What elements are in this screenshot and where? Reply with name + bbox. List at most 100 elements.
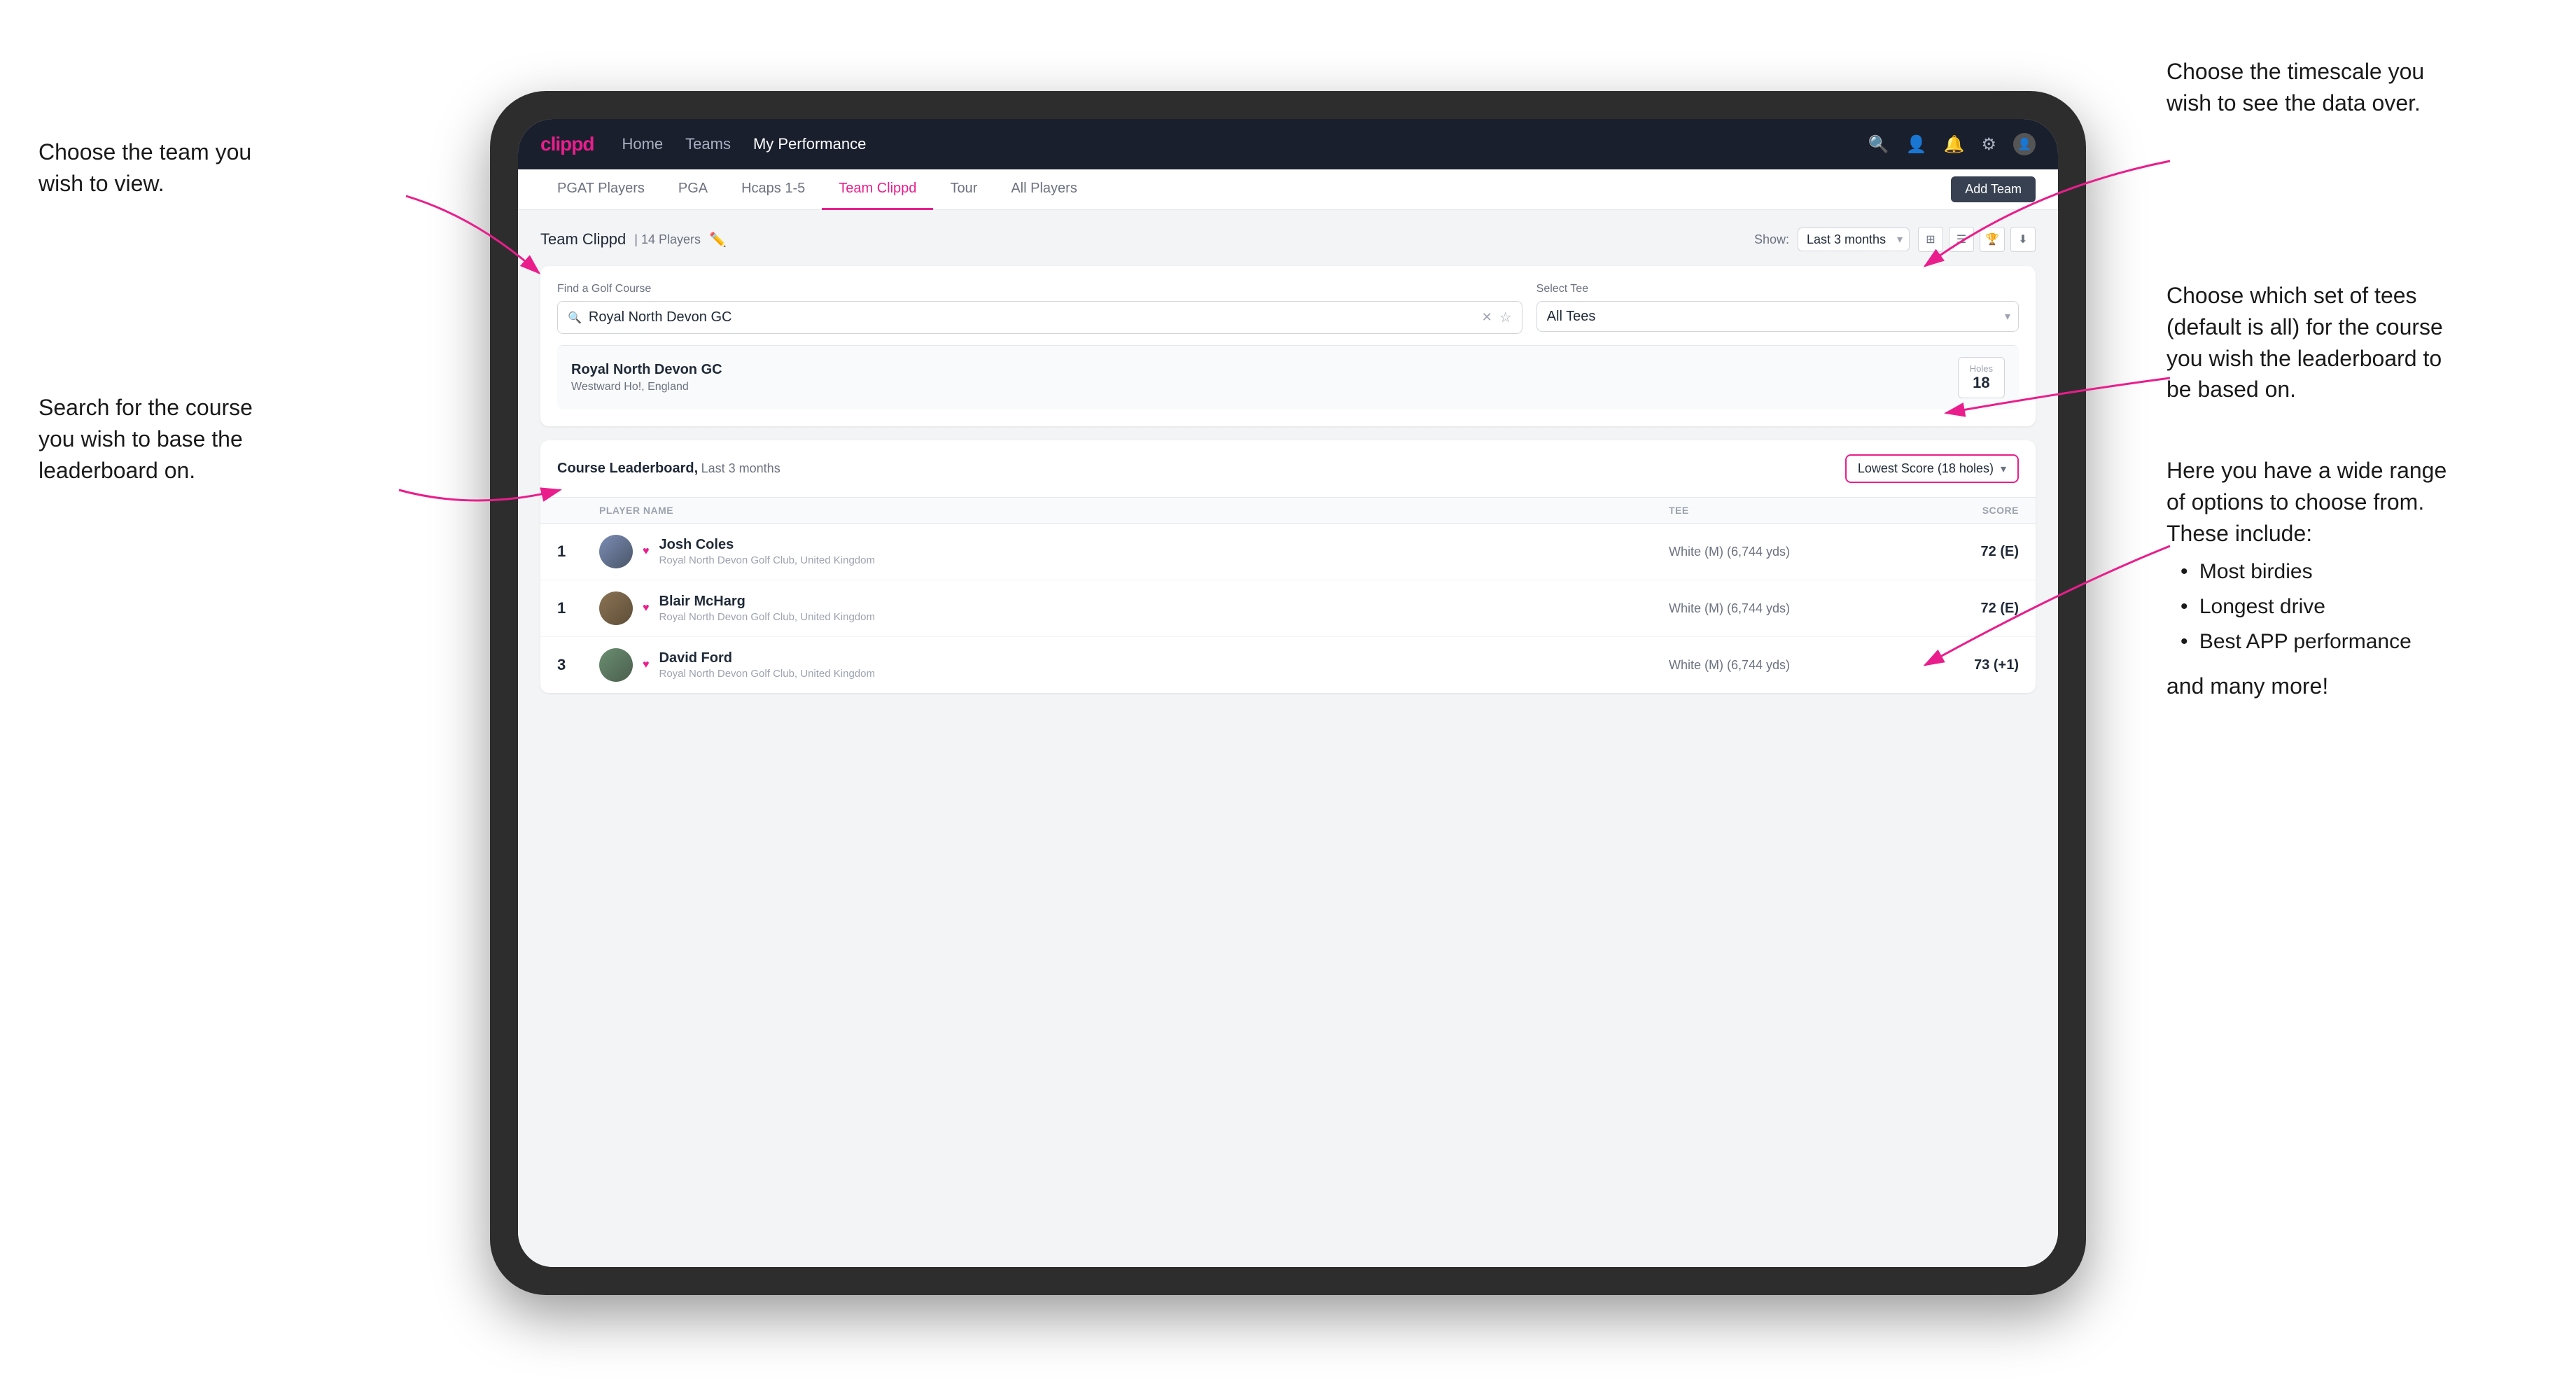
tab-tour[interactable]: Tour [933,169,994,210]
app-logo: clippd [540,133,594,155]
player-score-2: 72 (E) [1879,601,2019,617]
team-name: Team Clippd [540,230,626,248]
annotation-tees: Choose which set of tees (default is all… [2166,280,2538,405]
ipad-screen: clippd Home Teams My Performance 🔍 👤 🔔 ⚙… [518,119,2058,1267]
course-name: Royal North Devon GC [571,362,722,378]
option-drive: Longest drive [2180,592,2538,622]
and-more: and many more! [2166,671,2538,702]
player-club-3: Royal North Devon Golf Club, United King… [659,668,875,680]
tab-pga[interactable]: PGA [662,169,724,210]
nav-my-performance[interactable]: My Performance [753,132,866,156]
annotation-team: Choose the team you wish to view. [38,136,388,200]
player-count: | 14 Players [634,232,701,247]
show-controls: Show: Last 3 months ▾ ⊞ ☰ 🏆 ⬇ [1754,227,2036,252]
heart-icon-3[interactable]: ♥ [643,659,650,671]
player-name-3: David Ford [659,650,875,666]
player-details-1: Josh Coles Royal North Devon Golf Club, … [659,537,875,566]
search-section: Find a Golf Course 🔍 ✕ ☆ [557,283,1522,334]
star-icon[interactable]: ☆ [1499,309,1512,326]
annotation-timescale: Choose the timescale you wish to see the… [2166,56,2538,119]
player-avatar-2 [599,592,633,625]
edit-icon[interactable]: ✏️ [709,231,727,248]
player-details-2: Blair McHarg Royal North Devon Golf Club… [659,594,875,623]
search-card: Find a Golf Course 🔍 ✕ ☆ Select Tee [540,266,2036,426]
ipad-frame: clippd Home Teams My Performance 🔍 👤 🔔 ⚙… [490,91,2086,1295]
list-view-button[interactable]: ☰ [1949,227,1974,252]
search-row: Find a Golf Course 🔍 ✕ ☆ Select Tee [557,283,2019,334]
user-icon[interactable]: 👤 [1906,134,1927,155]
content-area: Team Clippd | 14 Players ✏️ Show: Last 3… [518,210,2058,1267]
heart-icon-2[interactable]: ♥ [643,602,650,615]
holes-badge: Holes 18 [1958,357,2005,398]
sub-nav: PGAT Players PGA Hcaps 1-5 Team Clippd T… [518,169,2058,210]
annotation-options: Here you have a wide range of options to… [2166,455,2538,702]
show-select[interactable]: Last 3 months [1798,227,1910,251]
player-avatar-3 [599,648,633,682]
sub-nav-tabs: PGAT Players PGA Hcaps 1-5 Team Clippd T… [540,169,1951,210]
player-info-3: ♥ David Ford Royal North Devon Golf Club… [599,648,1669,682]
nav-teams[interactable]: Teams [685,132,731,156]
score-chevron-icon: ▾ [2001,462,2006,476]
grid-view-button[interactable]: ⊞ [1918,227,1943,252]
col-player-name: PLAYER NAME [599,505,1669,516]
col-score: SCORE [1879,505,2019,516]
option-app: Best APP performance [2180,627,2538,657]
player-avatar-1 [599,535,633,568]
team-header: Team Clippd | 14 Players ✏️ Show: Last 3… [540,227,2036,252]
clear-icon[interactable]: ✕ [1482,310,1492,325]
add-team-button[interactable]: Add Team [1951,176,2036,202]
player-name-1: Josh Coles [659,537,875,553]
avatar-icon[interactable]: 👤 [2013,133,2036,155]
nav-links: Home Teams My Performance [622,132,1868,156]
score-type-dropdown[interactable]: Lowest Score (18 holes) ▾ [1845,454,2019,483]
player-info-1: ♥ Josh Coles Royal North Devon Golf Club… [599,535,1669,568]
nav-icons: 🔍 👤 🔔 ⚙ 👤 [1868,133,2036,155]
notification-icon[interactable]: 🔔 [1944,134,1965,155]
player-details-3: David Ford Royal North Devon Golf Club, … [659,650,875,680]
tee-label: Select Tee [1536,283,2019,295]
player-tee-1: White (M) (6,744 yds) [1669,545,1879,559]
heart-icon-1[interactable]: ♥ [643,545,650,558]
annotation-search: Search for the course you wish to base t… [38,392,382,486]
leaderboard-card: Course Leaderboard, Last 3 months Lowest… [540,440,2036,693]
search-icon[interactable]: 🔍 [1868,134,1889,155]
player-club-1: Royal North Devon Golf Club, United King… [659,554,875,566]
player-club-2: Royal North Devon Golf Club, United King… [659,611,875,623]
download-button[interactable]: ⬇ [2010,227,2036,252]
player-score-3: 73 (+1) [1879,657,2019,673]
tab-hcaps[interactable]: Hcaps 1-5 [724,169,822,210]
player-info-2: ♥ Blair McHarg Royal North Devon Golf Cl… [599,592,1669,625]
holes-label: Holes [1970,363,1993,374]
player-rank-2: 1 [557,599,599,617]
tee-section: Select Tee All Tees ▾ [1536,283,2019,334]
search-glass-icon: 🔍 [568,311,582,325]
player-name-2: Blair McHarg [659,594,875,610]
tab-all-players[interactable]: All Players [994,169,1093,210]
option-birdies: Most birdies [2180,557,2538,587]
course-search-input[interactable] [589,309,1475,326]
trophy-view-button[interactable]: 🏆 [1980,227,2005,252]
col-tee: TEE [1669,505,1879,516]
player-rank-1: 1 [557,542,599,561]
leaderboard-header: Course Leaderboard, Last 3 months Lowest… [540,440,2036,498]
player-row: 1 ♥ Josh Coles Royal North Devon Golf Cl… [540,524,2036,580]
table-header: PLAYER NAME TEE SCORE [540,498,2036,524]
nav-bar: clippd Home Teams My Performance 🔍 👤 🔔 ⚙… [518,119,2058,169]
search-label: Find a Golf Course [557,283,1522,295]
nav-home[interactable]: Home [622,132,663,156]
player-tee-3: White (M) (6,744 yds) [1669,658,1879,673]
tab-team-clippd[interactable]: Team Clippd [822,169,933,210]
player-rank-3: 3 [557,656,599,674]
show-label: Show: [1754,232,1789,247]
settings-icon[interactable]: ⚙ [1981,134,1996,155]
leaderboard-title: Course Leaderboard, Last 3 months [557,461,780,477]
player-row: 3 ♥ David Ford Royal North Devon Golf Cl… [540,637,2036,693]
options-list: Most birdies Longest drive Best APP perf… [2166,557,2538,657]
course-location: Westward Ho!, England [571,381,722,393]
tee-select-wrap: All Tees ▾ [1536,301,2019,332]
tee-select[interactable]: All Tees [1536,301,2019,332]
player-row: 1 ♥ Blair McHarg Royal North Devon Golf … [540,580,2036,637]
tab-pgat-players[interactable]: PGAT Players [540,169,662,210]
player-tee-2: White (M) (6,744 yds) [1669,601,1879,616]
score-type-label: Lowest Score (18 holes) [1858,461,1994,476]
